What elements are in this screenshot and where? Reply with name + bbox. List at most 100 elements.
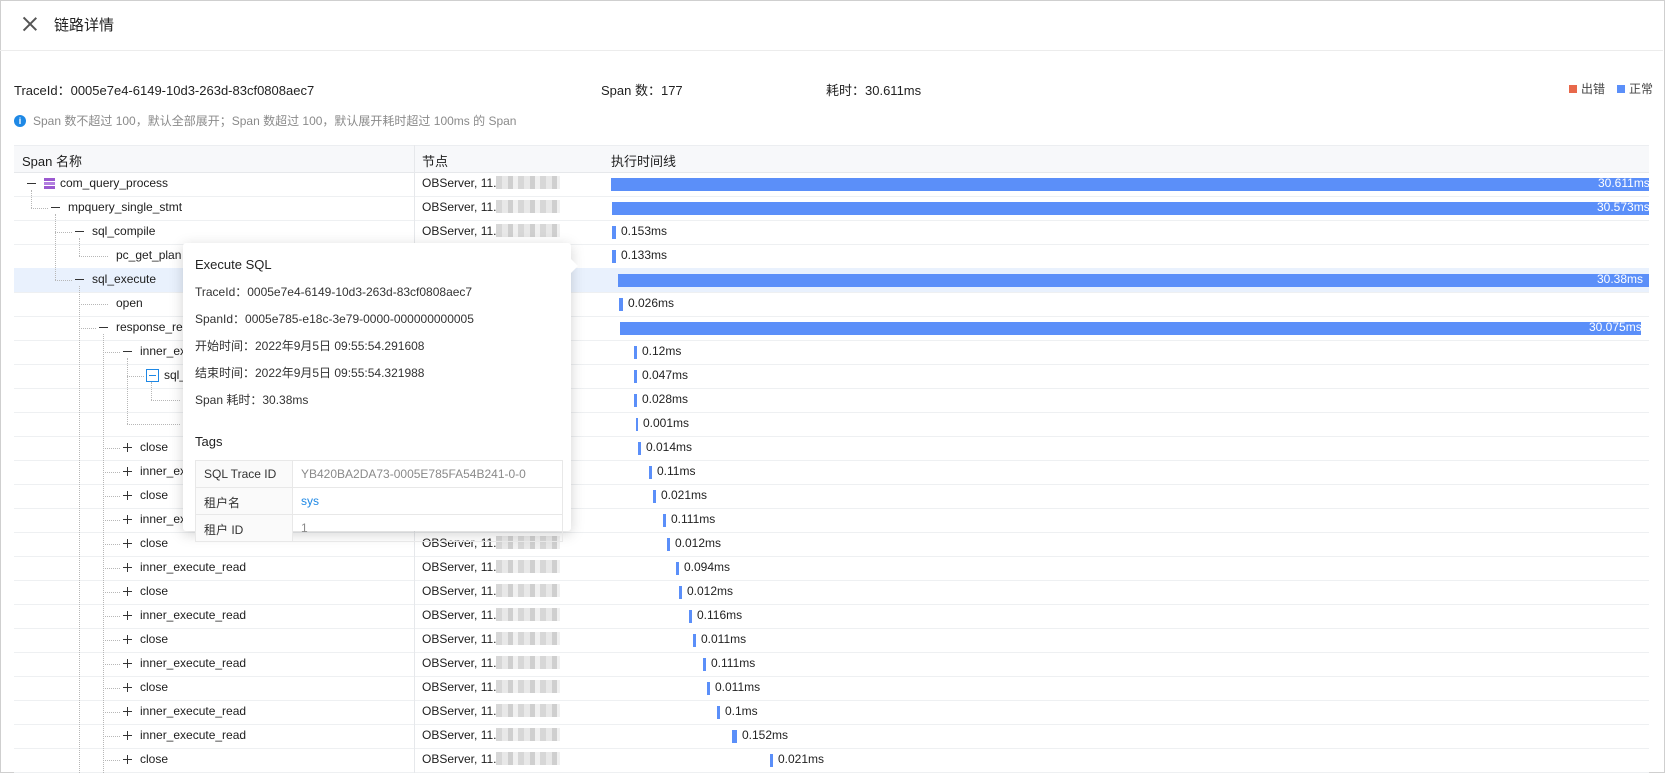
tree-guide	[103, 496, 120, 497]
timeline-bar[interactable]	[649, 466, 652, 479]
timeline-bar[interactable]	[679, 586, 682, 599]
timeline-bar[interactable]	[676, 562, 679, 575]
expand-icon[interactable]	[122, 658, 132, 668]
tag-row: SQL Trace ID YB420BA2DA73-0005E785FA54B24…	[196, 461, 562, 488]
expand-icon[interactable]	[122, 754, 132, 764]
table-row[interactable]: inner_execute_read OBServer, 11. 0.111ms	[14, 652, 1649, 677]
timeline-bar[interactable]	[732, 730, 737, 743]
expand-icon[interactable]	[122, 706, 132, 716]
node-text: OBServer, 11.	[422, 176, 497, 190]
expand-icon[interactable]	[122, 514, 132, 524]
node-text: OBServer, 11.	[422, 584, 497, 598]
tree-guide	[103, 592, 120, 593]
node-text: OBServer, 11.	[422, 656, 497, 670]
expand-icon[interactable]	[122, 442, 132, 452]
redacted-ip	[496, 632, 561, 645]
close-icon[interactable]	[20, 14, 40, 34]
timeline-bar[interactable]	[638, 442, 641, 455]
span-name: close	[140, 752, 169, 766]
span-name: close	[140, 680, 169, 694]
tag-key: SQL Trace ID	[204, 467, 277, 481]
timeline-bar[interactable]	[612, 226, 616, 239]
timeline-bar[interactable]	[689, 610, 692, 623]
node-text: OBServer, 11.	[422, 560, 497, 574]
timeline-bar[interactable]	[619, 298, 623, 311]
timeline-bar[interactable]	[611, 178, 1649, 191]
node-cell: OBServer, 11.	[422, 704, 561, 718]
tree-guide	[127, 358, 128, 424]
table-row[interactable]: close OBServer, 11. 0.011ms	[14, 628, 1649, 653]
table-row[interactable]: mpquery_single_stmt OBServer, 11. 30.573ms	[14, 196, 1649, 221]
tree-guide	[79, 238, 80, 256]
collapse-icon[interactable]	[122, 346, 132, 356]
node-cell: OBServer, 11.	[422, 560, 561, 574]
expand-icon[interactable]	[122, 610, 132, 620]
timeline-bar[interactable]	[636, 418, 638, 431]
timeline-bar[interactable]	[663, 514, 666, 527]
tree-guide	[103, 688, 120, 689]
timeline-bar[interactable]	[693, 634, 696, 647]
span-name: com_query_process	[60, 176, 169, 190]
timeline-bar[interactable]	[620, 322, 1641, 335]
duration-label: 30.611ms	[1598, 176, 1649, 190]
duration-label: 0.111ms	[711, 656, 756, 670]
timeline-bar[interactable]	[634, 346, 637, 359]
span-count-text: Span 数：177	[601, 83, 683, 98]
timeline-bar[interactable]	[653, 490, 656, 503]
expand-icon[interactable]	[122, 490, 132, 500]
tree-guide	[151, 382, 152, 400]
table-row[interactable]: inner_execute_read OBServer, 11. 0.094ms	[14, 556, 1649, 581]
redacted-ip	[496, 728, 561, 741]
table-row[interactable]: inner_execute_read OBServer, 11. 0.1ms	[14, 700, 1649, 725]
table-row[interactable]: close OBServer, 11. 0.011ms	[14, 676, 1649, 701]
node-text: OBServer, 11.	[422, 224, 497, 238]
span-name: close	[140, 488, 169, 502]
tree-guide	[55, 232, 72, 233]
timeline-bar[interactable]	[612, 250, 616, 263]
expand-icon[interactable]	[122, 634, 132, 644]
info-icon: i	[14, 114, 26, 127]
node-cell: OBServer, 11.	[422, 176, 561, 190]
expand-icon[interactable]	[122, 586, 132, 596]
duration-label: 0.1ms	[725, 704, 758, 718]
timeline-bar[interactable]	[717, 706, 720, 719]
timeline-bar[interactable]	[707, 682, 710, 695]
timeline-bar[interactable]	[703, 658, 706, 671]
tenant-name-link[interactable]: sys	[301, 494, 319, 508]
tag-value: 1	[301, 521, 308, 535]
timeline-bar[interactable]	[634, 394, 637, 407]
hint-text: Span 数不超过 100，默认全部展开；Span 数超过 100，默认展开耗时…	[33, 114, 517, 128]
collapse-icon[interactable]	[146, 369, 159, 382]
duration-label: 0.021ms	[778, 752, 825, 766]
table-row[interactable]: com_query_process OBServer, 11. 30.611ms	[14, 172, 1649, 197]
span-name: inner_execute_read	[140, 608, 247, 622]
expand-icon[interactable]	[122, 466, 132, 476]
expand-icon[interactable]	[122, 538, 132, 548]
span-name: close	[140, 440, 169, 454]
expand-icon[interactable]	[122, 730, 132, 740]
table-row[interactable]: close OBServer, 11. 0.012ms	[14, 580, 1649, 605]
table-row[interactable]: close OBServer, 11. 0.021ms	[14, 748, 1649, 773]
expand-icon[interactable]	[122, 682, 132, 692]
tree-guide	[79, 256, 108, 257]
table-row[interactable]: sql_compile OBServer, 11. 0.153ms	[14, 220, 1649, 245]
timeline-bar[interactable]	[618, 274, 1649, 287]
collapse-icon[interactable]	[26, 178, 36, 188]
timeline-bar[interactable]	[612, 202, 1649, 215]
legend-item-normal: 正常	[1616, 80, 1653, 97]
collapse-icon[interactable]	[74, 226, 84, 236]
expand-icon[interactable]	[122, 562, 132, 572]
timeline-bar[interactable]	[634, 370, 637, 383]
timeline-bar[interactable]	[770, 754, 773, 767]
tree-guide	[103, 664, 120, 665]
collapse-icon[interactable]	[74, 274, 84, 284]
timeline-bar[interactable]	[667, 538, 670, 551]
redacted-ip	[496, 608, 561, 621]
collapse-icon[interactable]	[50, 202, 60, 212]
collapse-icon[interactable]	[98, 322, 108, 332]
table-row[interactable]: inner_execute_read OBServer, 11. 0.152ms	[14, 724, 1649, 749]
table-row[interactable]: inner_execute_read OBServer, 11. 0.116ms	[14, 604, 1649, 629]
tooltip-span-id: SpanId：0005e785-e18c-3e79-0000-000000000…	[195, 312, 474, 326]
tree-guide	[103, 544, 120, 545]
node-cell: OBServer, 11.	[422, 752, 561, 766]
